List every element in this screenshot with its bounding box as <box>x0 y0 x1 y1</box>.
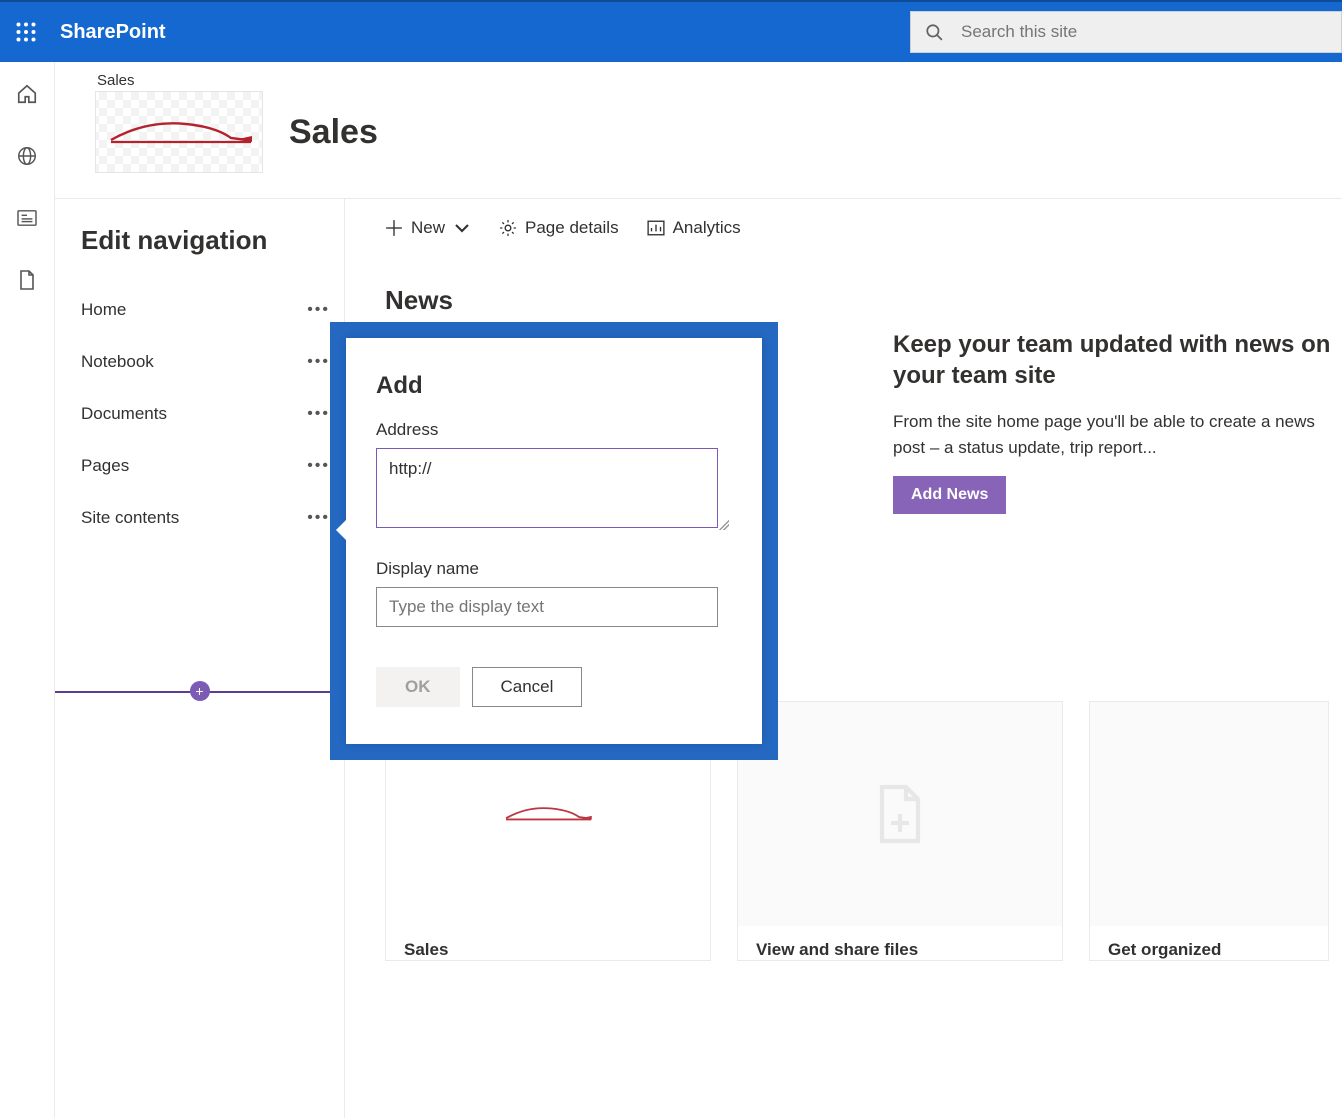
rail-home-button[interactable] <box>15 82 39 106</box>
plus-icon <box>385 219 403 237</box>
quick-link-card[interactable]: Get organized <box>1089 701 1329 961</box>
nav-item-pages[interactable]: Pages ••• <box>81 440 330 492</box>
file-icon <box>18 269 36 291</box>
site-header: Sales Sales <box>55 62 1342 198</box>
nav-item-documents[interactable]: Documents ••• <box>81 388 330 440</box>
nav-item-site-contents[interactable]: Site contents ••• <box>81 492 330 544</box>
nav-panel-heading: Edit navigation <box>81 225 330 256</box>
command-bar: New Page details Analytics <box>345 199 1342 257</box>
page-details-label: Page details <box>525 218 619 238</box>
card-thumbnail <box>738 702 1062 926</box>
car-logo-icon <box>503 803 593 825</box>
news-icon <box>16 209 38 227</box>
analytics-label: Analytics <box>673 218 741 238</box>
rail-globe-button[interactable] <box>15 144 39 168</box>
display-name-input[interactable] <box>376 587 718 627</box>
card-title: Get organized <box>1090 926 1328 960</box>
car-logo-icon <box>106 118 254 148</box>
breadcrumb[interactable]: Sales <box>97 72 1342 89</box>
quick-link-card[interactable]: View and share files <box>737 701 1063 961</box>
rail-news-button[interactable] <box>15 206 39 230</box>
gear-icon <box>499 219 517 237</box>
page-details-button[interactable]: Page details <box>499 218 619 238</box>
dialog-title: Add <box>376 372 732 400</box>
nav-insert-line[interactable]: + <box>55 691 344 693</box>
nav-item-label: Notebook <box>81 352 154 372</box>
add-link-dialog-highlight: Add Address Display name OK Cancel <box>330 322 778 760</box>
more-icon[interactable]: ••• <box>307 301 330 319</box>
more-icon[interactable]: ••• <box>307 405 330 423</box>
card-title: View and share files <box>738 926 1062 960</box>
rail-files-button[interactable] <box>15 268 39 292</box>
news-promo-body: From the site home page you'll be able t… <box>893 409 1342 460</box>
new-button[interactable]: New <box>385 218 471 238</box>
suite-bar: SharePoint <box>0 0 1342 62</box>
cancel-button[interactable]: Cancel <box>472 667 583 707</box>
home-icon <box>16 83 38 105</box>
add-news-button[interactable]: Add News <box>893 476 1006 514</box>
search-box[interactable] <box>910 11 1342 53</box>
new-label: New <box>411 218 445 238</box>
edit-navigation-panel: Edit navigation Home ••• Notebook ••• Docu… <box>55 199 345 1118</box>
address-label: Address <box>376 420 732 440</box>
plus-icon[interactable]: + <box>190 681 210 701</box>
app-rail <box>0 62 55 1118</box>
add-link-dialog: Add Address Display name OK Cancel <box>346 338 762 744</box>
nav-item-label: Home <box>81 300 126 320</box>
card-thumbnail <box>1090 702 1328 926</box>
analytics-icon <box>647 219 665 237</box>
app-title[interactable]: SharePoint <box>60 21 166 44</box>
news-promo: Keep your team updated with news on your… <box>893 329 1342 514</box>
news-heading: News <box>385 285 1342 316</box>
search-icon <box>925 23 943 41</box>
chevron-down-icon <box>453 219 471 237</box>
search-input[interactable] <box>961 22 1327 42</box>
more-icon[interactable]: ••• <box>307 457 330 475</box>
more-icon[interactable]: ••• <box>307 353 330 371</box>
card-title: Sales <box>386 926 710 960</box>
app-launcher-button[interactable] <box>0 1 52 63</box>
waffle-icon <box>16 22 36 42</box>
site-title: Sales <box>289 113 378 152</box>
address-input[interactable] <box>376 448 718 528</box>
nav-item-label: Pages <box>81 456 129 476</box>
news-promo-title: Keep your team updated with news on your… <box>893 329 1342 391</box>
site-logo[interactable] <box>95 91 263 173</box>
analytics-button[interactable]: Analytics <box>647 218 741 238</box>
globe-icon <box>16 145 38 167</box>
ok-button[interactable]: OK <box>376 667 460 707</box>
nav-item-label: Documents <box>81 404 167 424</box>
more-icon[interactable]: ••• <box>307 509 330 527</box>
display-name-label: Display name <box>376 559 732 579</box>
nav-item-notebook[interactable]: Notebook ••• <box>81 336 330 388</box>
nav-item-home[interactable]: Home ••• <box>81 284 330 336</box>
nav-item-label: Site contents <box>81 508 179 528</box>
file-add-icon <box>873 781 927 847</box>
